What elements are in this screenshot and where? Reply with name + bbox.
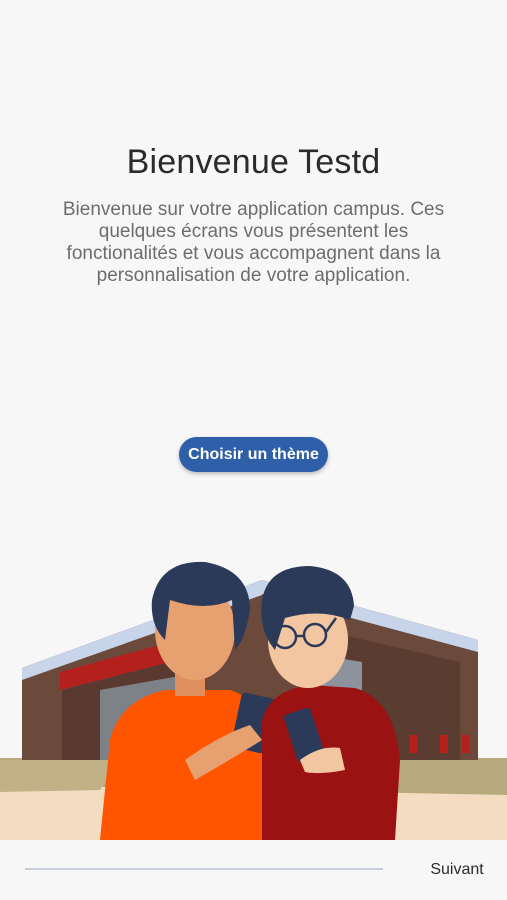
choose-theme-button[interactable]: Choisir un thème [179, 437, 328, 472]
next-button[interactable]: Suivant [418, 858, 496, 882]
footer-bar: Suivant [0, 840, 507, 900]
welcome-description: Bienvenue sur votre application campus. … [62, 199, 445, 286]
welcome-title: Bienvenue Testd [126, 143, 381, 181]
campus-illustration [0, 561, 507, 840]
onboarding-progress [25, 868, 383, 870]
